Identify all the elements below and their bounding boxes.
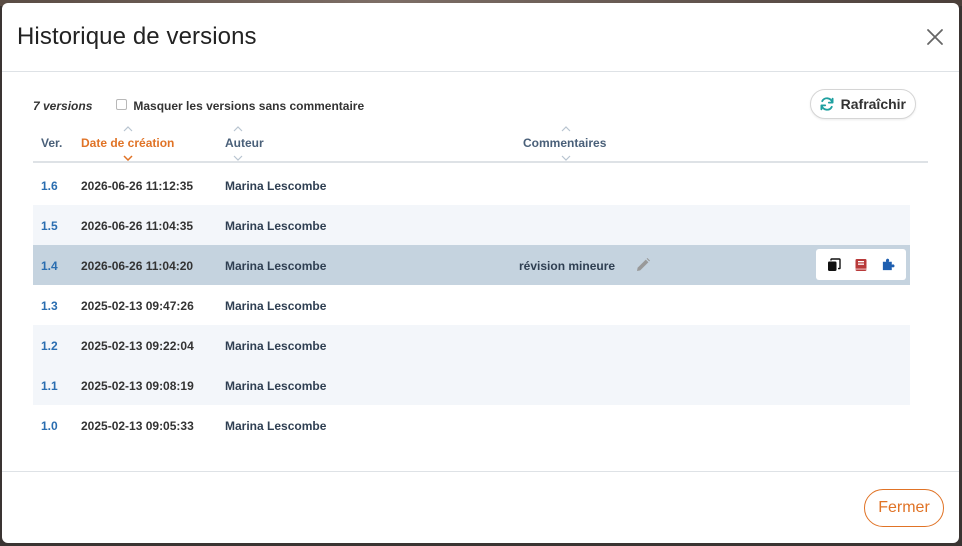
hide-uncommented-checkbox[interactable]	[116, 98, 128, 110]
refresh-button[interactable]: Rafraîchir	[809, 89, 916, 119]
author-name: Marina Lescombe	[225, 419, 327, 433]
sort-asc-icon	[561, 126, 571, 132]
author-name: Marina Lescombe	[225, 179, 327, 193]
column-header-author[interactable]: Auteur	[225, 123, 285, 163]
column-header-comments[interactable]: Commentaires	[523, 123, 613, 163]
sort-desc-icon	[561, 155, 571, 161]
dialog-footer: Fermer	[2, 471, 959, 543]
versions-table: Ver. Date de création Auteur Commentaire…	[33, 123, 928, 433]
copy-icon[interactable]	[824, 255, 844, 275]
column-label-version: Ver.	[41, 136, 63, 150]
author-name: Marina Lescombe	[225, 259, 327, 273]
table-row[interactable]: 1.0 2025-02-13 09:05:33 Marina Lescombe	[33, 405, 910, 445]
sort-asc-icon	[233, 126, 243, 132]
close-button[interactable]: Fermer	[864, 489, 944, 527]
version-number[interactable]: 1.4	[41, 259, 58, 273]
row-actions	[816, 249, 906, 280]
version-count: 7 versions	[33, 99, 93, 113]
version-history-dialog: Historique de versions 7 versions Masque…	[2, 3, 959, 543]
close-icon[interactable]	[923, 25, 947, 49]
dialog-title: Historique de versions	[17, 23, 257, 50]
sort-desc-icon	[123, 155, 133, 161]
table-row[interactable]: 1.6 2026-06-26 11:12:35 Marina Lescombe	[33, 165, 910, 205]
creation-date: 2025-02-13 09:47:26	[81, 299, 194, 313]
comment-text: révision mineure	[519, 259, 616, 273]
table-row[interactable]: 1.2 2025-02-13 09:22:04 Marina Lescombe	[33, 325, 910, 365]
column-label-author: Auteur	[225, 136, 264, 150]
table-row-selected[interactable]: 1.4 2026-06-26 11:04:20 Marina Lescombe …	[33, 245, 910, 285]
column-header-date[interactable]: Date de création	[81, 123, 201, 163]
author-name: Marina Lescombe	[225, 339, 327, 353]
creation-date: 2025-02-13 09:08:19	[81, 379, 194, 393]
version-number[interactable]: 1.6	[41, 179, 58, 193]
version-number[interactable]: 1.2	[41, 339, 58, 353]
creation-date: 2026-06-26 11:04:20	[81, 259, 194, 273]
author-name: Marina Lescombe	[225, 379, 327, 393]
version-number[interactable]: 1.1	[41, 379, 58, 393]
dialog-header: Historique de versions	[2, 3, 959, 72]
refresh-icon	[820, 97, 834, 111]
author-name: Marina Lescombe	[225, 219, 327, 233]
sort-desc-icon	[233, 155, 243, 161]
refresh-label: Rafraîchir	[840, 96, 906, 112]
author-name: Marina Lescombe	[225, 299, 327, 313]
book-icon[interactable]	[851, 255, 871, 275]
hide-uncommented-label: Masquer les versions sans commentaire	[133, 99, 365, 113]
version-number[interactable]: 1.0	[41, 419, 58, 433]
creation-date: 2025-02-13 09:22:04	[81, 339, 194, 353]
creation-date: 2025-02-13 09:05:33	[81, 419, 194, 433]
creation-date: 2026-06-26 11:12:35	[81, 179, 194, 193]
pencil-icon[interactable]	[635, 257, 651, 276]
version-number[interactable]: 1.3	[41, 299, 58, 313]
column-header-version[interactable]: Ver.	[41, 123, 81, 163]
table-row[interactable]: 1.1 2025-02-13 09:08:19 Marina Lescombe	[33, 365, 910, 405]
version-number[interactable]: 1.5	[41, 219, 58, 233]
table-row[interactable]: 1.5 2026-06-26 11:04:35 Marina Lescombe	[33, 205, 910, 245]
hide-uncommented-filter[interactable]: Masquer les versions sans commentaire	[116, 98, 365, 113]
sort-asc-icon	[123, 126, 133, 132]
column-label-date: Date de création	[81, 136, 175, 150]
table-row[interactable]: 1.3 2025-02-13 09:47:26 Marina Lescombe	[33, 285, 910, 325]
puzzle-icon[interactable]	[878, 255, 898, 275]
table-header: Ver. Date de création Auteur Commentaire…	[33, 123, 928, 163]
toolbar: 7 versions Masquer les versions sans com…	[33, 95, 364, 117]
creation-date: 2026-06-26 11:04:35	[81, 219, 194, 233]
column-label-comments: Commentaires	[523, 136, 607, 150]
